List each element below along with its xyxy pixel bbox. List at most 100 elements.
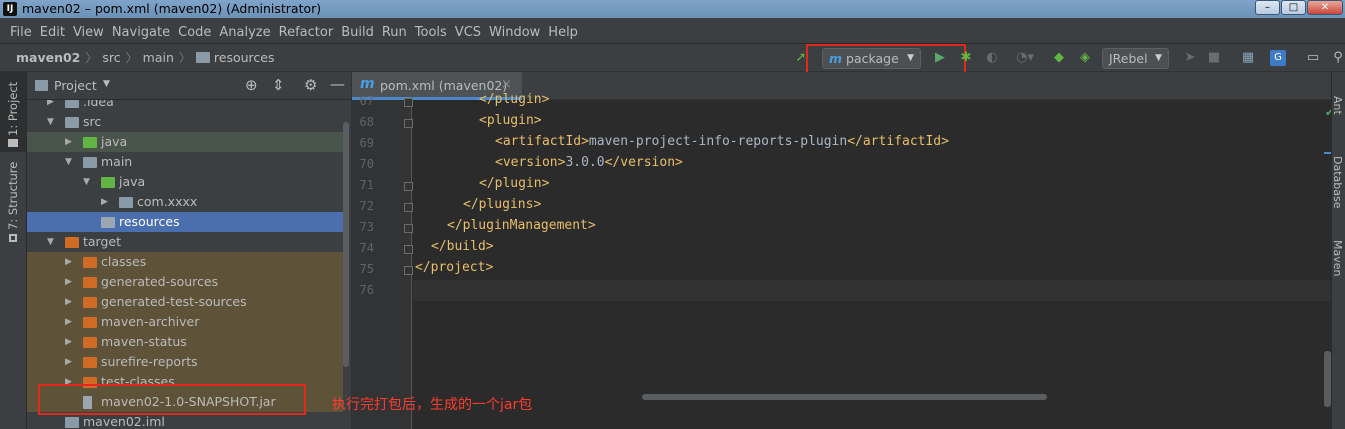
tree-item-classes[interactable]: ▶ classes (27, 252, 343, 272)
profile-icon[interactable]: ◔▾ (1010, 50, 1040, 66)
project-structure-icon[interactable]: ▦ (1240, 50, 1256, 66)
tree-item-surefire-reports[interactable]: ▶ surefire-reports (27, 352, 343, 372)
menu-bar: File Edit View Navigate Code Analyze Refactor B… (0, 18, 1345, 44)
maximize-button[interactable]: □ (1281, 0, 1306, 15)
collapsed-arrow-icon[interactable]: ▶ (65, 252, 72, 272)
attach-icon[interactable]: ➤ (1182, 50, 1198, 66)
tree-item-label: .idea (83, 100, 114, 109)
code-line: </plugins> (463, 197, 542, 212)
structure-icon (9, 234, 17, 242)
minimize-button[interactable]: – (1255, 0, 1280, 15)
tree-item-maven-archiver[interactable]: ▶ maven-archiver (27, 312, 343, 332)
window-title: maven02 – pom.xml (maven02) (Administrat… (22, 1, 322, 16)
tree-item-maven-status[interactable]: ▶ maven-status (27, 332, 343, 352)
run-play-icon[interactable]: ▶ (932, 50, 948, 66)
tree-item-label: surefire-reports (101, 354, 198, 369)
left-tool-window-stripe: 1: Project 7: Structure (0, 72, 27, 429)
tab-database[interactable]: Database (1332, 156, 1344, 209)
project-panel-header: Project ▼ ⊕ ⇕ ⚙ — (27, 72, 351, 100)
excluded-folder-icon (83, 257, 97, 268)
tree-item-target[interactable]: ▼ target (27, 232, 343, 252)
collapsed-arrow-icon[interactable]: ▶ (101, 192, 108, 212)
title-bar: IJ maven02 – pom.xml (maven02) (Administ… (0, 0, 1345, 18)
excluded-folder-icon (65, 237, 79, 248)
chevron-down-icon[interactable]: ▼ (103, 79, 110, 89)
tree-item-main[interactable]: ▼ main (27, 152, 343, 172)
code-line: </plugin> (479, 92, 550, 107)
tree-item-label: src (83, 114, 102, 129)
jrebel-debug-icon[interactable]: ◈ (1077, 50, 1093, 66)
tree-item--idea[interactable]: ▶ .idea (27, 100, 343, 112)
tab-structure[interactable]: 7: Structure (6, 162, 20, 230)
tree-item-label: com.xxxx (137, 194, 198, 209)
collapsed-arrow-icon[interactable]: ▶ (47, 100, 54, 112)
tree-item-label: generated-sources (101, 274, 219, 289)
run-configuration-select[interactable]: m package ▼ (822, 48, 921, 69)
jrebel-select[interactable]: JRebel ▼ (1102, 48, 1169, 69)
gear-icon[interactable]: ⚙ (304, 76, 317, 94)
tree-item-com-xxxx[interactable]: ▶ com.xxxx (27, 192, 343, 212)
breadcrumb-maven02[interactable]: maven02 (16, 44, 80, 72)
code-line: <plugin> (479, 113, 542, 128)
code-line: </build> (431, 239, 494, 254)
breadcrumb-src[interactable]: src (102, 44, 120, 72)
error-stripe-mark (1324, 152, 1331, 154)
code-line: </plugin> (479, 176, 550, 191)
code-area[interactable]: </plugin> <plugin> <artifactId>maven-proje… (352, 92, 1322, 400)
translate-icon[interactable]: G (1270, 50, 1286, 66)
presentation-icon[interactable]: ▭ (1305, 50, 1321, 66)
tree-item-label: maven-status (101, 334, 187, 349)
expanded-arrow-icon[interactable]: ▼ (47, 112, 54, 132)
collapsed-arrow-icon[interactable]: ▶ (65, 132, 72, 152)
package-icon (119, 197, 133, 208)
project-view-label[interactable]: Project (54, 78, 97, 93)
hide-panel-icon[interactable]: — (330, 75, 345, 93)
editor-horizontal-scrollbar[interactable] (642, 394, 1047, 400)
tree-item-src[interactable]: ▼ src (27, 112, 343, 132)
tree-item-java[interactable]: ▶ java (27, 132, 343, 152)
excluded-folder-icon (83, 357, 97, 368)
collapsed-arrow-icon[interactable]: ▶ (65, 312, 72, 332)
jrebel-run-icon[interactable]: ◆ (1051, 50, 1067, 66)
project-scrollbar[interactable] (343, 122, 349, 367)
excluded-folder-icon (83, 317, 97, 328)
code-line: </project> (415, 260, 494, 275)
folder-icon (195, 52, 210, 63)
tab-project[interactable]: 1: Project (6, 82, 20, 136)
code-line: <artifactId>maven-project-info-reports-p… (495, 134, 949, 149)
expanded-arrow-icon[interactable]: ▼ (65, 152, 72, 172)
close-window-button[interactable]: ✕ (1307, 0, 1343, 15)
collapsed-arrow-icon[interactable]: ▶ (65, 292, 72, 312)
expanded-arrow-icon[interactable]: ▼ (47, 232, 54, 252)
collapsed-arrow-icon[interactable]: ▶ (65, 272, 72, 292)
collapsed-arrow-icon[interactable]: ▶ (65, 352, 72, 372)
debug-bug-icon[interactable]: ✱ (958, 50, 974, 66)
collapsed-arrow-icon[interactable]: ▶ (65, 332, 72, 352)
tree-item-resources[interactable]: resources (27, 212, 343, 232)
tab-maven[interactable]: Maven (1332, 240, 1344, 276)
editor-area: m pom.xml (maven02) × 67 68 69 70 71 72 73 74 75… (351, 72, 1334, 429)
editor-vertical-scrollbar[interactable] (1324, 351, 1331, 407)
chevron-down-icon: ▼ (1155, 53, 1162, 63)
tree-item-generated-sources[interactable]: ▶ generated-sources (27, 272, 343, 292)
project-tree: ▶ .idea ▼ src ▶ java ▼ main ▼ java ▶ com.xxxx resour… (27, 100, 343, 429)
search-icon[interactable]: ⚲ (1330, 50, 1345, 66)
coverage-icon[interactable]: ◐ (984, 50, 1000, 66)
expanded-arrow-icon[interactable]: ▼ (83, 172, 90, 192)
excluded-folder-icon (83, 277, 97, 288)
jar-highlight-box (38, 384, 306, 415)
source-folder-icon (83, 137, 97, 148)
tree-item-java[interactable]: ▼ java (27, 172, 343, 192)
collapse-all-icon[interactable]: ⇕ (272, 76, 285, 94)
breadcrumb-main[interactable]: main (143, 44, 174, 72)
run-config-label: package (846, 51, 899, 66)
tab-ant[interactable]: Ant (1332, 96, 1344, 115)
maven-icon: m (360, 76, 375, 92)
breadcrumb-resources[interactable]: resources (214, 44, 275, 72)
locate-crosshair-icon[interactable]: ⊕ (245, 76, 258, 94)
stop-icon[interactable]: ■ (1206, 50, 1222, 66)
chevron-right-icon: 〉 (125, 51, 138, 65)
close-tab-icon[interactable]: × (501, 77, 512, 92)
code-line: <version>3.0.0</version> (495, 155, 683, 170)
tree-item-generated-test-sources[interactable]: ▶ generated-test-sources (27, 292, 343, 312)
